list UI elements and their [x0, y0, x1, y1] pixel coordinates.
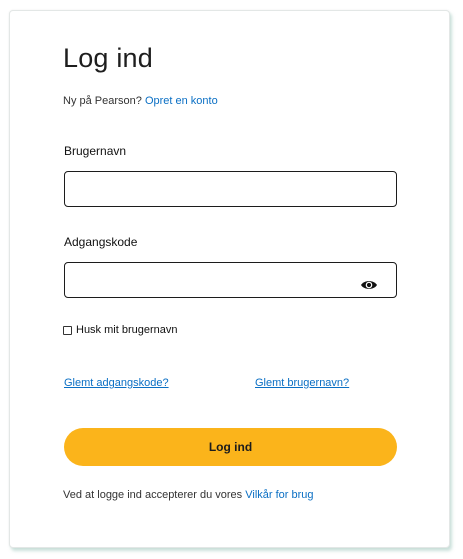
password-field[interactable]: [64, 262, 397, 298]
login-card: Log ind Ny på Pearson? Opret en konto Br…: [9, 10, 450, 548]
username-label: Brugernavn: [64, 144, 127, 158]
eye-icon[interactable]: [360, 278, 378, 290]
remember-username-toggle[interactable]: Husk mit brugernavn: [63, 324, 178, 337]
remember-username-checkbox[interactable]: [63, 326, 72, 335]
signup-prompt: Ny på Pearson? Opret en konto: [63, 94, 218, 108]
terms-link[interactable]: Vilkår for brug: [245, 489, 313, 501]
login-button[interactable]: Log ind: [64, 428, 397, 466]
page-title: Log ind: [63, 43, 153, 73]
new-user-text: Ny på Pearson?: [63, 95, 142, 107]
create-account-link[interactable]: Opret en konto: [145, 95, 218, 107]
terms-text: Ved at logge ind accepterer du vores: [63, 489, 243, 501]
forgot-password-link[interactable]: Glemt adgangskode?: [64, 377, 169, 390]
terms-notice: Ved at logge ind accepterer du vores Vil…: [63, 489, 314, 502]
forgot-username-link[interactable]: Glemt brugernavn?: [255, 377, 349, 390]
username-field[interactable]: [64, 171, 397, 207]
remember-username-label: Husk mit brugernavn: [76, 324, 178, 336]
password-label: Adgangskode: [64, 235, 138, 249]
